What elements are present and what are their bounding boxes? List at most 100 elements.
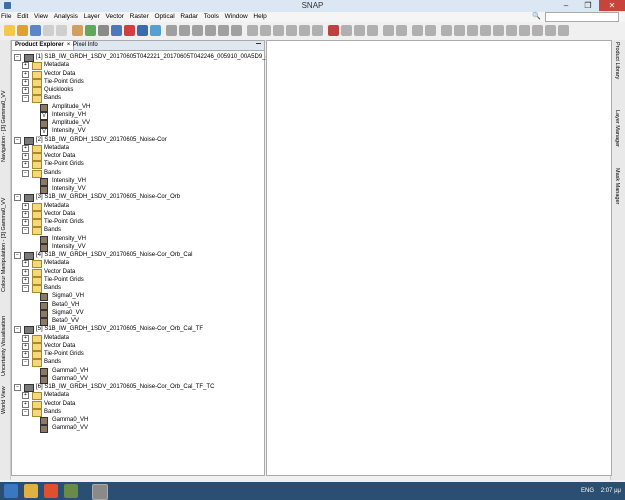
collapse-icon[interactable]: − bbox=[14, 136, 21, 144]
menu-analysis[interactable]: Analysis bbox=[53, 12, 81, 22]
menu-view[interactable]: View bbox=[33, 12, 51, 22]
collapse-icon[interactable]: − bbox=[22, 359, 29, 367]
expand-icon[interactable]: + bbox=[22, 87, 29, 94]
expand-icon[interactable]: + bbox=[22, 70, 29, 78]
spectrum-view-icon[interactable] bbox=[260, 25, 271, 36]
search-input[interactable]: 🔍 bbox=[532, 12, 619, 22]
pixel-extraction-icon[interactable] bbox=[273, 25, 284, 36]
collapse-icon[interactable]: − bbox=[14, 326, 21, 334]
network-graph-icon[interactable] bbox=[328, 25, 339, 36]
collapse-icon[interactable]: − bbox=[22, 408, 29, 416]
menu-window[interactable]: Window bbox=[224, 12, 251, 22]
table-icon[interactable] bbox=[205, 25, 216, 36]
batch-processing-icon[interactable] bbox=[383, 25, 394, 36]
close-button[interactable]: ✕ bbox=[599, 0, 625, 11]
tab-colour-manipulation[interactable]: Colour Manipulation - [3] Gamma0_VV bbox=[1, 168, 9, 292]
profile-plot-icon[interactable] bbox=[179, 25, 190, 36]
ocean-tools-icon[interactable] bbox=[367, 25, 378, 36]
expand-icon[interactable]: + bbox=[22, 260, 29, 268]
pin-manager-icon[interactable] bbox=[150, 25, 161, 36]
menu-vector[interactable]: Vector bbox=[105, 12, 127, 22]
draw-polygon-icon[interactable] bbox=[532, 25, 543, 36]
zoom-tool-icon[interactable] bbox=[441, 25, 452, 36]
tab-product-explorer[interactable]: Product Explorer × bbox=[12, 41, 75, 50]
tab-product-library[interactable]: Product Library bbox=[614, 42, 620, 79]
graph-builder-icon[interactable] bbox=[137, 25, 148, 36]
undo-icon[interactable] bbox=[43, 25, 54, 36]
pin-placing-icon[interactable] bbox=[467, 25, 478, 36]
start-button-icon[interactable] bbox=[4, 484, 18, 498]
info-icon[interactable] bbox=[111, 25, 122, 36]
draw-ellipse-icon[interactable] bbox=[545, 25, 556, 36]
collapse-icon[interactable]: − bbox=[22, 285, 29, 292]
gcp-manager-icon[interactable] bbox=[286, 25, 297, 36]
expand-icon[interactable]: + bbox=[22, 144, 29, 152]
menu-edit[interactable]: Edit bbox=[16, 12, 31, 22]
firefox-icon[interactable] bbox=[44, 484, 58, 498]
session-icon[interactable] bbox=[72, 25, 83, 36]
statistics-icon[interactable] bbox=[231, 25, 242, 36]
menu-raster[interactable]: Raster bbox=[129, 12, 152, 22]
image-view-area[interactable] bbox=[266, 40, 612, 476]
expand-icon[interactable]: + bbox=[22, 219, 29, 226]
expand-icon[interactable]: + bbox=[22, 268, 29, 276]
menu-layer[interactable]: Layer bbox=[83, 12, 103, 22]
collapse-icon[interactable]: − bbox=[14, 252, 21, 259]
collapse-icon[interactable]: − bbox=[22, 95, 29, 103]
menu-tools[interactable]: Tools bbox=[203, 12, 222, 22]
open-product-icon[interactable] bbox=[17, 25, 28, 36]
magic-wand-icon[interactable] bbox=[558, 25, 569, 36]
maximize-button[interactable]: ❐ bbox=[579, 0, 597, 11]
expand-icon[interactable]: + bbox=[22, 210, 29, 218]
expand-icon[interactable]: + bbox=[22, 276, 29, 284]
menu-help[interactable]: Help bbox=[252, 12, 269, 22]
collapse-icon[interactable]: − bbox=[14, 54, 21, 61]
range-finder-icon[interactable] bbox=[425, 25, 436, 36]
menu-file[interactable]: File bbox=[0, 12, 14, 22]
tab-world-view[interactable]: World View bbox=[1, 382, 9, 414]
redo-icon[interactable] bbox=[56, 25, 67, 36]
save-product-icon[interactable] bbox=[30, 25, 41, 36]
scatter-plot-icon[interactable] bbox=[166, 25, 177, 36]
wind-field-icon[interactable] bbox=[299, 25, 310, 36]
collapse-icon[interactable]: − bbox=[22, 227, 29, 235]
clock[interactable]: 2:07 μμ bbox=[601, 488, 621, 494]
colour-spectrum-icon[interactable] bbox=[124, 25, 135, 36]
band-maths-icon[interactable] bbox=[98, 25, 109, 36]
collapse-icon[interactable]: − bbox=[14, 194, 21, 202]
minimize-button[interactable]: – bbox=[557, 0, 575, 11]
orbit-files-icon[interactable] bbox=[396, 25, 407, 36]
menu-optical[interactable]: Optical bbox=[153, 12, 177, 22]
draw-line-icon[interactable] bbox=[493, 25, 504, 36]
chrome-icon[interactable] bbox=[64, 484, 78, 498]
tab-layer-manager[interactable]: Layer Manager bbox=[614, 110, 620, 147]
expand-icon[interactable]: + bbox=[22, 334, 29, 342]
expand-icon[interactable]: + bbox=[22, 202, 29, 210]
stack-icon[interactable] bbox=[312, 25, 323, 36]
expand-icon[interactable]: + bbox=[22, 78, 29, 86]
pan-tool-icon[interactable] bbox=[454, 25, 465, 36]
new-product-icon[interactable] bbox=[4, 25, 15, 36]
language-indicator[interactable]: ENG bbox=[581, 488, 594, 494]
expand-icon[interactable]: + bbox=[22, 351, 29, 358]
interferometry-icon[interactable] bbox=[341, 25, 352, 36]
draw-polyline-icon[interactable] bbox=[506, 25, 517, 36]
select-tool-icon[interactable] bbox=[412, 25, 423, 36]
expand-icon[interactable]: + bbox=[22, 342, 29, 350]
collapse-icon[interactable]: − bbox=[22, 169, 29, 177]
magnifier-icon[interactable]: 🔍 bbox=[532, 13, 541, 21]
file-explorer-icon[interactable] bbox=[24, 484, 38, 498]
tab-mask-manager[interactable]: Mask Manager bbox=[614, 168, 620, 204]
histogram-icon[interactable] bbox=[192, 25, 203, 36]
gcp-placing-icon[interactable] bbox=[480, 25, 491, 36]
tab-uncertainty-visualisation[interactable]: Uncertainty Visualisation bbox=[1, 296, 9, 376]
expand-icon[interactable]: + bbox=[22, 400, 29, 408]
expand-icon[interactable]: + bbox=[22, 392, 29, 400]
correlative-plot-icon[interactable] bbox=[218, 25, 229, 36]
collapse-icon[interactable]: − bbox=[14, 384, 21, 391]
time-series-icon[interactable] bbox=[247, 25, 258, 36]
draw-rectangle-icon[interactable] bbox=[519, 25, 530, 36]
snap-taskbar-icon[interactable] bbox=[92, 484, 108, 500]
polarimetry-icon[interactable] bbox=[354, 25, 365, 36]
tab-pixel-info[interactable]: Pixel Info bbox=[70, 41, 101, 50]
